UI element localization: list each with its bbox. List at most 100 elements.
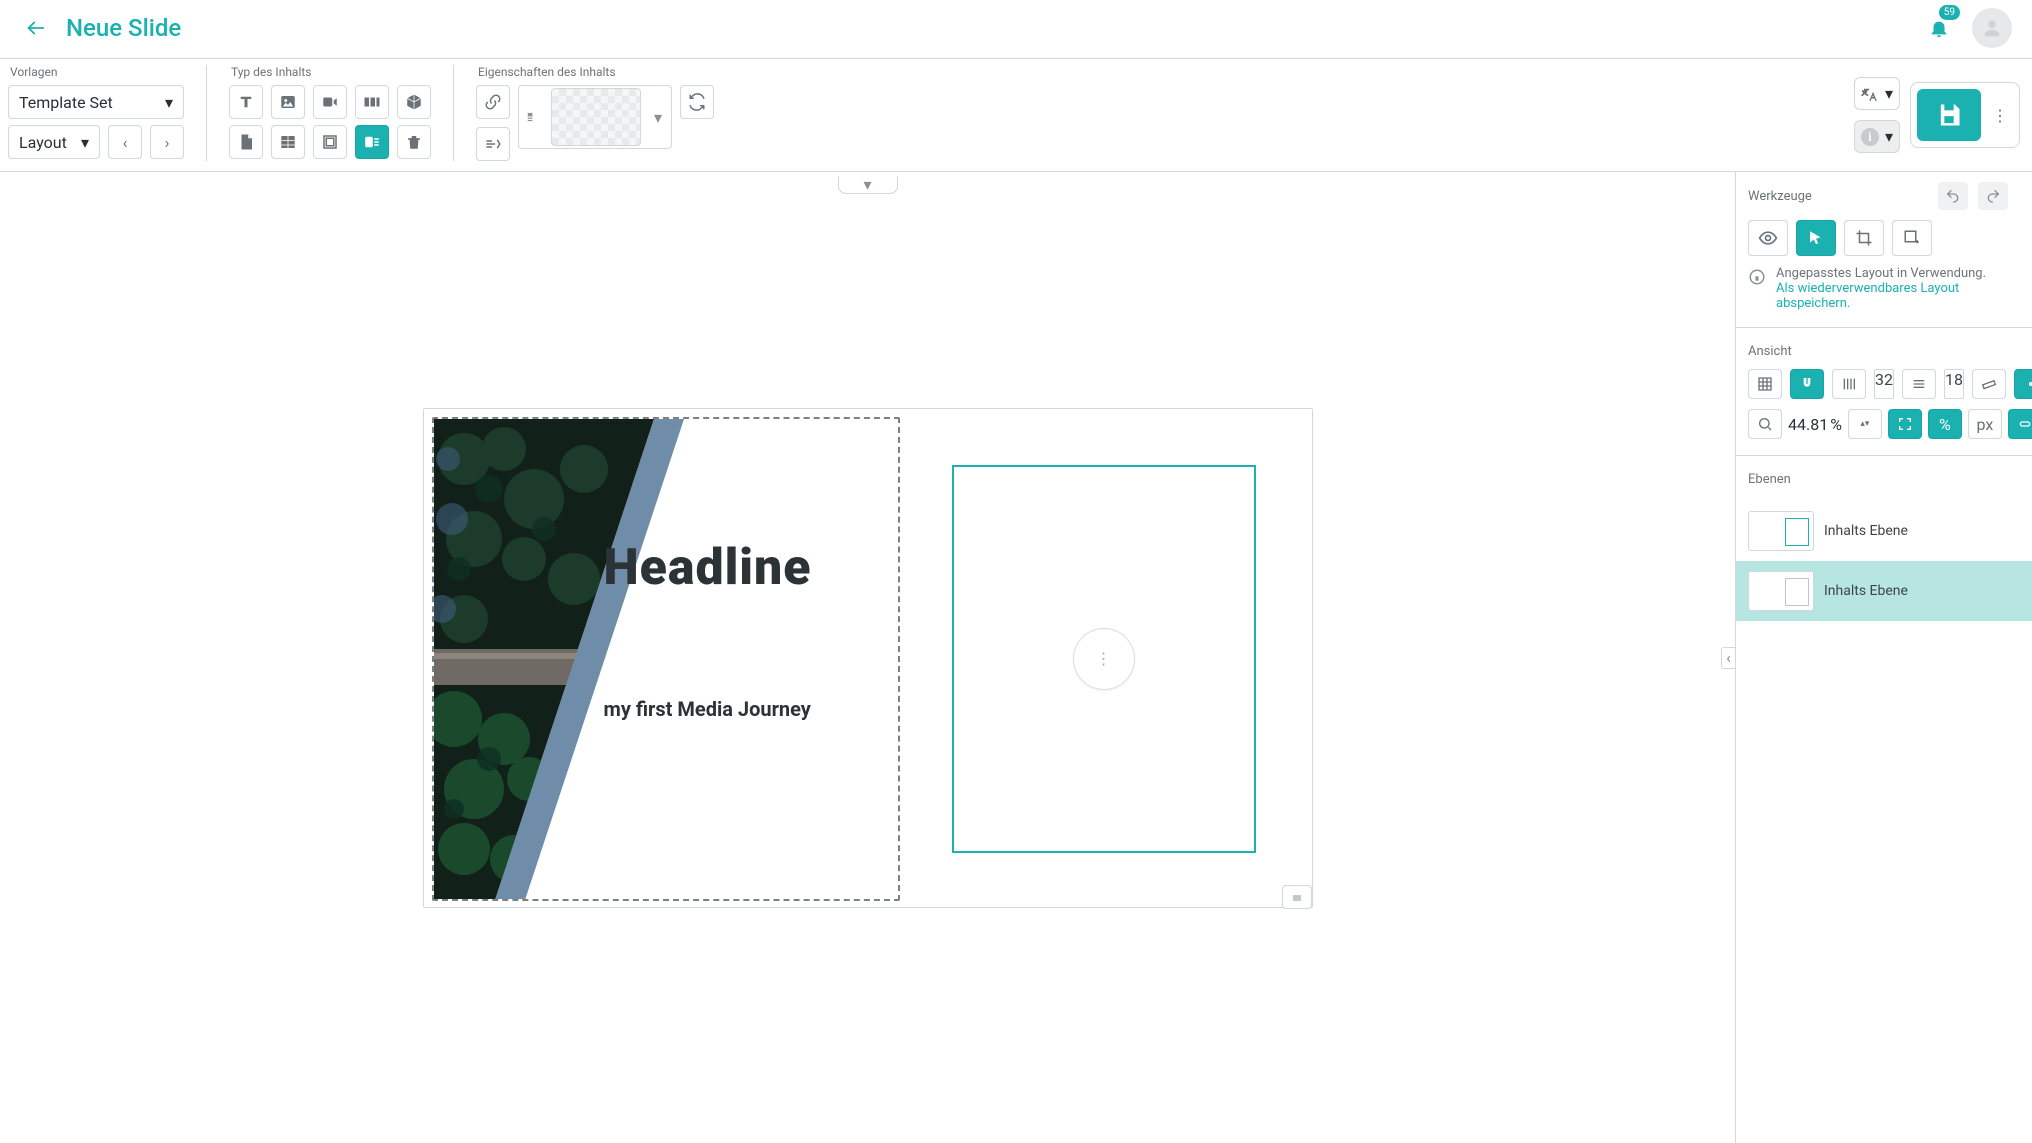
unit-button[interactable]: px: [1968, 409, 2002, 439]
toolbar-right: ▾ i ▾ ⋮: [1854, 65, 2020, 153]
percent-button[interactable]: %: [1928, 409, 1962, 439]
canvas-area[interactable]: ▾ ‹: [0, 172, 1736, 1143]
layer-name: Inhalts Ebene: [1824, 583, 1908, 599]
text-subheadline[interactable]: my first Media Journey: [604, 697, 811, 721]
main-area: ▾ ‹: [0, 172, 2032, 1143]
group-content-type: Typ des Inhalts: [229, 65, 431, 161]
link-button[interactable]: [476, 85, 510, 119]
card-icon: [363, 133, 381, 151]
caret-down-icon: ▾: [81, 133, 89, 152]
content-placeholder-menu[interactable]: ⋮: [1073, 628, 1135, 690]
grid-icon: [1757, 376, 1773, 392]
group-label-properties: Eigenschaften des Inhalts: [476, 65, 714, 79]
user-avatar[interactable]: [1972, 8, 2012, 48]
guide-icon: [2023, 376, 2032, 392]
prev-layout-button[interactable]: ‹: [108, 125, 142, 159]
type-text-button[interactable]: [229, 85, 263, 119]
stage: Headline my first Media Journey ⋮: [0, 172, 1735, 1143]
content-panel-left[interactable]: Headline my first Media Journey: [432, 417, 900, 901]
type-video-button[interactable]: [313, 85, 347, 119]
grid-toggle[interactable]: [1748, 369, 1782, 399]
spacing-input[interactable]: 18: [1944, 369, 1964, 399]
tool-preview[interactable]: [1748, 220, 1788, 256]
zoom-search[interactable]: [1748, 409, 1782, 439]
sync-button[interactable]: [680, 85, 714, 119]
collapse-toolbar-toggle[interactable]: ▾: [838, 176, 898, 194]
layer-list: Inhalts Ebene Inhalts Ebene: [1736, 501, 2032, 621]
more-menu[interactable]: ⋮: [1987, 106, 2013, 125]
layout-note: Angepasstes Layout in Verwendung. Als wi…: [1736, 266, 2032, 311]
group-content-properties: Eigenschaften des Inhalts ▾: [476, 65, 714, 161]
divider: [1736, 327, 2032, 328]
paste-button[interactable]: [476, 127, 510, 161]
layer-thumbnail: [1748, 511, 1814, 551]
language-picker[interactable]: ▾: [1854, 77, 1900, 110]
transparent-thumbnail: [551, 88, 641, 146]
media-image: [434, 419, 898, 899]
next-layout-button[interactable]: ›: [150, 125, 184, 159]
layer-thumbnail: [1748, 571, 1814, 611]
search-icon: [1757, 416, 1773, 432]
grid-size-input[interactable]: 32: [1874, 369, 1894, 399]
type-pdf-button[interactable]: [229, 125, 263, 159]
type-3d-button[interactable]: [397, 85, 431, 119]
tool-select[interactable]: [1796, 220, 1836, 256]
layout-note-text: Angepasstes Layout in Verwendung.: [1776, 266, 1986, 281]
zoom-stepper[interactable]: ▴▾: [1848, 409, 1882, 439]
save-button[interactable]: [1917, 89, 1981, 141]
resize-handle-bottom-right[interactable]: [1282, 885, 1312, 909]
spacing-button[interactable]: [1902, 369, 1936, 399]
snap-toggle[interactable]: [1790, 369, 1824, 399]
info-dropdown[interactable]: i ▾: [1854, 120, 1900, 153]
type-gallery-button[interactable]: [355, 85, 389, 119]
delete-button[interactable]: [397, 125, 431, 159]
zoom-unit: %: [1830, 415, 1842, 434]
fullscreen-icon: [1897, 416, 1913, 432]
back-button[interactable]: [18, 10, 54, 46]
group-label-content-type: Typ des Inhalts: [229, 65, 431, 79]
type-image-button[interactable]: [271, 85, 305, 119]
group-label-vorlagen: Vorlagen: [8, 65, 184, 79]
layer-item[interactable]: Inhalts Ebene: [1736, 561, 2032, 621]
redo-button[interactable]: [1978, 182, 2008, 210]
panel-title-tools: Werkzeuge: [1748, 189, 1812, 204]
header-bar: Neue Slide 59: [0, 0, 2032, 59]
layout-select[interactable]: Layout ▾: [8, 125, 100, 159]
layer-item[interactable]: Inhalts Ebene: [1736, 501, 2032, 561]
type-frame-button[interactable]: [313, 125, 347, 159]
ruler-toggle[interactable]: [1972, 369, 2006, 399]
slide[interactable]: Headline my first Media Journey ⋮: [423, 408, 1313, 908]
crop-icon: [1855, 229, 1873, 247]
page-title: Neue Slide: [66, 14, 181, 42]
type-card-button[interactable]: [355, 125, 389, 159]
chevron-left-icon: ‹: [123, 133, 128, 152]
text-icon: [237, 93, 255, 111]
content-panel-right[interactable]: ⋮: [952, 465, 1256, 853]
side-drawer-handle-right[interactable]: ‹: [1721, 647, 1735, 669]
percent-icon: %: [1939, 415, 1951, 434]
type-table-button[interactable]: [271, 125, 305, 159]
gallery-icon: [363, 93, 381, 111]
thumb-mini-toggle[interactable]: [523, 107, 543, 127]
notifications-button[interactable]: 59: [1922, 11, 1956, 45]
group-vorlagen: Vorlagen Template Set ▾ Layout ▾ ‹ ›: [8, 65, 184, 161]
fit-screen-button[interactable]: [1888, 409, 1922, 439]
info-icon: [1748, 268, 1766, 286]
undo-button[interactable]: [1938, 182, 1968, 210]
caret-down-icon: ▾: [165, 93, 173, 112]
stepper-icon: ▴▾: [1860, 421, 1869, 428]
text-headline[interactable]: Headline: [604, 539, 812, 597]
content-thumbnail-picker[interactable]: ▾: [518, 85, 672, 149]
caret-down-icon: ▾: [1885, 84, 1893, 103]
columns-width-button[interactable]: [1832, 369, 1866, 399]
add-frame-icon: [1903, 229, 1921, 247]
tool-add-frame[interactable]: [1892, 220, 1932, 256]
chevron-down-icon: ▾: [863, 175, 871, 194]
panel-title-view: Ansicht: [1736, 344, 2032, 359]
template-set-select[interactable]: Template Set ▾: [8, 85, 184, 119]
cursor-icon: [1807, 229, 1825, 247]
save-layout-link[interactable]: Als wiederverwendbares Layout abspeicher…: [1776, 281, 1959, 311]
overflow-toggle[interactable]: [2008, 409, 2032, 439]
guides-toggle[interactable]: [2014, 369, 2032, 399]
tool-crop[interactable]: [1844, 220, 1884, 256]
